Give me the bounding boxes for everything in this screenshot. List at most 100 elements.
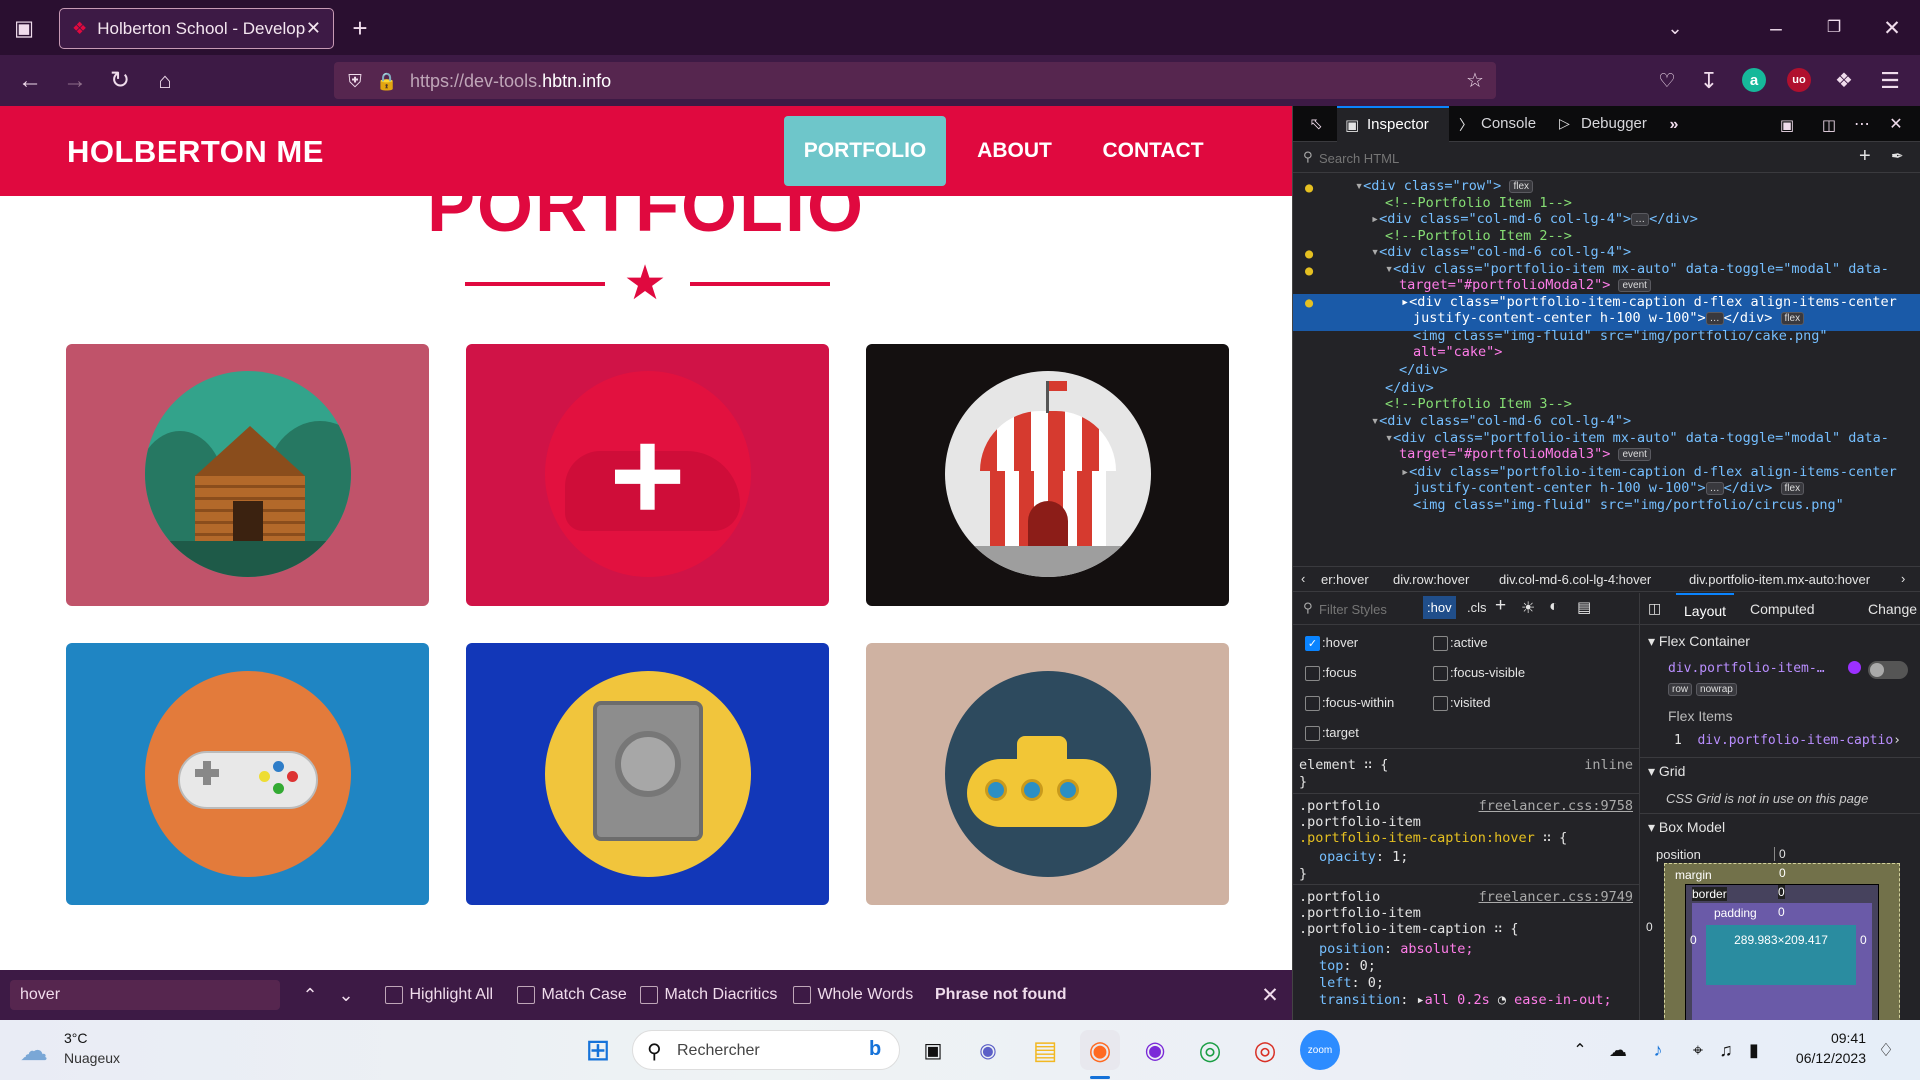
breadcrumb-item[interactable]: div.portfolio-item.mx-auto:hover (1689, 572, 1870, 587)
overflow-menu-icon[interactable]: ⋯ (1851, 114, 1873, 136)
close-tab-icon[interactable]: ✕ (306, 18, 321, 39)
tab-debugger[interactable]: ▷ Debugger (1553, 106, 1653, 142)
tab-changes[interactable]: Change (1868, 601, 1917, 617)
css-declaration[interactable]: position: absolute; (1319, 941, 1473, 957)
pseudo-hover-checkbox[interactable]: ✓:hover (1305, 635, 1358, 652)
breadcrumb-scroll-left-icon[interactable]: ‹ (1301, 571, 1305, 586)
filter-styles-input[interactable] (1319, 598, 1439, 620)
rule-selector[interactable]: element ∷ { (1299, 757, 1388, 773)
list-all-tabs-icon[interactable]: ⌄ (1661, 14, 1689, 42)
close-devtools-icon[interactable]: ✕ (1885, 114, 1907, 136)
checkbox-box[interactable] (1305, 726, 1320, 742)
reload-icon[interactable]: ↻ (106, 67, 134, 95)
checkbox-box[interactable] (517, 986, 535, 1004)
search-html-input[interactable] (1319, 147, 1799, 169)
checkbox-box[interactable] (385, 986, 403, 1004)
screenshot-icon[interactable]: ▣ (1776, 114, 1798, 136)
box-position-value[interactable]: 0 (1774, 847, 1786, 861)
portfolio-item-safe[interactable] (466, 643, 829, 905)
padding-top-value[interactable]: 0 (1778, 905, 1785, 919)
rule-selector[interactable]: .portfolio-item-caption:hover ∷ { (1299, 830, 1567, 846)
breadcrumb-item[interactable]: div.col-md-6.col-lg-4:hover (1499, 572, 1651, 587)
file-explorer-icon[interactable]: ▤ (1025, 1030, 1065, 1070)
margin-left-value[interactable]: 0 (1646, 920, 1653, 934)
portfolio-item-submarine[interactable] (866, 643, 1229, 905)
taskbar-search[interactable]: ⚲ Rechercher b (632, 1030, 900, 1070)
light-scheme-icon[interactable]: ☀ (1521, 598, 1535, 618)
rule-selector[interactable]: .portfolio (1299, 889, 1380, 905)
app-icon-purple[interactable]: ◉ (1135, 1030, 1175, 1070)
nav-about[interactable]: ABOUT (962, 116, 1067, 186)
cls-toggle[interactable]: .cls (1467, 600, 1487, 615)
shield-icon[interactable]: ⛨ (344, 70, 366, 92)
whole-words-checkbox[interactable]: Whole Words (793, 986, 913, 1004)
portfolio-item-circus[interactable] (866, 344, 1229, 606)
pocket-icon[interactable]: ♡ (1653, 67, 1681, 95)
forward-icon[interactable]: → (61, 67, 89, 95)
add-node-icon[interactable]: + (1859, 145, 1871, 168)
flex-color-swatch[interactable] (1848, 661, 1861, 674)
flex-container-header[interactable]: ▾ Flex Container (1648, 633, 1750, 650)
microphone-icon[interactable]: ♪ (1638, 1030, 1678, 1070)
rule-selector[interactable]: .portfolio-item (1299, 814, 1421, 830)
tree-row[interactable]: target="#portfolioModal3"> event (1399, 446, 1651, 466)
margin-top-value[interactable]: 0 (1779, 866, 1786, 880)
padding-left-value[interactable]: 0 (1690, 933, 1697, 947)
toggle-sidebar-icon[interactable]: ◫ (1648, 600, 1661, 617)
firefox-icon[interactable]: ◉ (1080, 1030, 1120, 1070)
bookmark-star-icon[interactable]: ☆ (1464, 70, 1486, 92)
tree-row[interactable]: alt="cake"> (1413, 344, 1502, 364)
tree-row[interactable]: ● (1305, 180, 1313, 200)
chrome-profile-icon[interactable]: ◎ (1245, 1030, 1285, 1070)
pseudo-active-checkbox[interactable]: :active (1433, 635, 1488, 652)
find-previous-icon[interactable]: ⌃ (298, 983, 322, 1007)
checkbox-box[interactable] (1433, 696, 1448, 712)
print-media-icon[interactable]: ▤ (1577, 598, 1591, 616)
restore-icon[interactable]: ❐ (1820, 14, 1848, 42)
add-rule-icon[interactable]: + (1495, 595, 1506, 617)
lock-icon[interactable]: 🔒 (376, 70, 398, 92)
teams-icon[interactable]: ◉ (968, 1030, 1008, 1070)
extensions-icon[interactable]: ❖ (1830, 67, 1858, 95)
rule-selector[interactable]: .portfolio-item (1299, 905, 1421, 921)
tab-inspector[interactable]: ▣ Inspector (1337, 106, 1449, 142)
zoom-icon[interactable]: zoom (1300, 1030, 1340, 1070)
checkbox-box[interactable] (640, 986, 658, 1004)
pseudo-focus-visible-checkbox[interactable]: :focus-visible (1433, 665, 1525, 682)
tab-list-icon[interactable]: ▣ (10, 14, 38, 42)
weather-widget[interactable]: ☁ 3°C Nuageux (20, 1030, 150, 1072)
rule-selector[interactable]: .portfolio-item-caption ∷ { (1299, 921, 1518, 937)
grid-header[interactable]: ▾ Grid (1648, 763, 1685, 780)
padding-right-value[interactable]: 0 (1860, 933, 1867, 947)
url-bar[interactable]: ⛨ 🔒 https://dev-tools.hbtn.info ☆ (334, 62, 1496, 99)
network-status-icon[interactable]: ☁ (1598, 1030, 1638, 1070)
flex-container-element[interactable]: div.portfolio-item-… (1668, 661, 1825, 676)
pseudo-focus-checkbox[interactable]: :focus (1305, 665, 1357, 682)
tree-row[interactable]: ● (1305, 295, 1313, 315)
chrome-icon[interactable]: ◎ (1190, 1030, 1230, 1070)
border-top-value[interactable]: 0 (1778, 885, 1785, 899)
tree-row[interactable]: justify-content-center h-100 w-100">… </d… (1413, 310, 1805, 330)
breadcrumb-item[interactable]: er:hover (1321, 572, 1369, 587)
site-brand[interactable]: HOLBERTON ME (67, 134, 324, 170)
flex-highlighter-toggle[interactable] (1868, 661, 1908, 679)
match-case-checkbox[interactable]: Match Case (517, 986, 627, 1004)
battery-icon[interactable]: ▮ (1734, 1030, 1774, 1070)
element-picker-icon[interactable]: ⬁ (1305, 114, 1327, 136)
checkbox-box[interactable]: ✓ (1305, 636, 1320, 652)
flex-item-row[interactable]: 1 div.portfolio-item-captio› (1674, 733, 1901, 748)
start-icon[interactable]: ⊞ (578, 1030, 618, 1070)
box-model-header[interactable]: ▾ Box Model (1648, 819, 1725, 836)
checkbox-box[interactable] (1433, 636, 1448, 652)
css-declaration[interactable]: top: 0; (1319, 958, 1376, 974)
ublock-icon[interactable]: uo (1787, 68, 1811, 92)
find-input[interactable]: hover (10, 980, 280, 1010)
tab-console[interactable]: 〉 Console (1453, 106, 1538, 142)
find-next-icon[interactable]: ⌄ (334, 983, 358, 1007)
tab-computed[interactable]: Computed (1750, 601, 1815, 617)
match-diacritics-checkbox[interactable]: Match Diacritics (640, 986, 777, 1004)
dark-scheme-icon[interactable]: ◐ (1549, 598, 1559, 616)
breadcrumb-scroll-right-icon[interactable]: › (1901, 571, 1905, 586)
rule-source[interactable]: freelancer.css:9749 (1479, 889, 1633, 905)
easing-icon[interactable]: ◔ (1498, 992, 1506, 1008)
